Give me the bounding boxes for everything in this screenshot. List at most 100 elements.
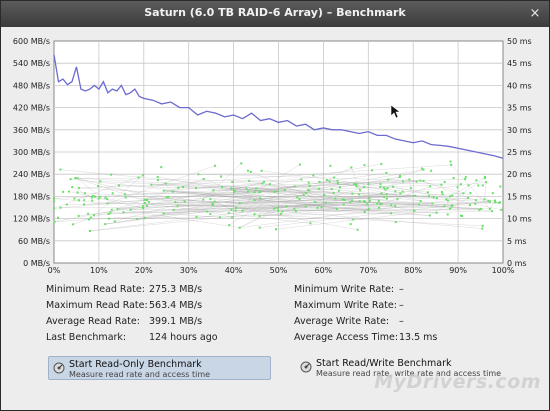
access-time-point <box>83 203 86 206</box>
access-time-point <box>150 183 153 186</box>
access-time-point <box>253 191 256 194</box>
access-time-point <box>162 189 165 192</box>
x-tick-label: 20% <box>135 266 153 274</box>
read-write-button-title: Start Read/Write Benchmark <box>316 358 452 369</box>
y-right-tick-label: 35 ms <box>507 104 532 113</box>
access-time-point <box>353 183 356 186</box>
access-time-point <box>329 164 332 167</box>
x-tick-label: 80% <box>404 266 422 274</box>
access-time-point <box>293 185 296 188</box>
access-time-point <box>401 190 404 193</box>
access-time-point <box>94 195 97 198</box>
access-time-point <box>317 187 320 190</box>
access-time-point <box>164 182 167 185</box>
access-time-point <box>107 212 110 215</box>
access-time-point <box>142 174 145 177</box>
access-time-point <box>83 192 86 195</box>
access-time-point <box>122 211 125 214</box>
access-time-point <box>478 208 481 211</box>
access-time-point <box>483 177 486 180</box>
access-time-point <box>387 178 390 181</box>
access-time-point <box>106 197 109 200</box>
access-time-point <box>260 169 263 172</box>
access-time-point <box>312 174 315 177</box>
access-time-point <box>449 160 452 163</box>
access-time-point <box>183 200 186 203</box>
access-time-point <box>355 185 358 188</box>
access-time-point <box>440 190 443 193</box>
access-time-point <box>113 220 116 223</box>
access-time-point <box>435 197 438 200</box>
access-time-point <box>213 200 216 203</box>
access-time-point <box>413 209 416 212</box>
access-time-point <box>274 190 277 193</box>
access-time-point <box>460 183 463 186</box>
access-time-point <box>396 198 399 201</box>
start-read-only-benchmark-button[interactable]: Start Read-Only Benchmark Measure read r… <box>48 356 271 380</box>
access-time-point <box>261 182 264 185</box>
access-time-point <box>462 192 465 195</box>
access-time-point <box>359 189 362 192</box>
access-time-point <box>72 223 75 226</box>
read-only-button-desc: Measure read rate and access time <box>69 370 211 379</box>
access-time-point <box>446 199 449 202</box>
access-time-point <box>171 190 174 193</box>
access-time-point <box>392 185 395 188</box>
access-time-point <box>356 228 359 231</box>
access-time-point <box>129 208 132 211</box>
access-time-point <box>430 169 433 172</box>
access-time-point <box>474 199 477 202</box>
title-bar[interactable]: Saturn (6.0 TB RAID-6 Array) – Benchmark… <box>1 1 549 27</box>
x-tick-label: 40% <box>225 266 243 274</box>
y-left-tick-label: 180 MB/s <box>13 192 50 201</box>
access-time-point <box>481 224 484 227</box>
access-time-point <box>309 222 312 225</box>
access-time-point <box>349 223 352 226</box>
access-time-point <box>390 212 393 215</box>
access-time-point <box>300 178 303 181</box>
close-icon[interactable]: × <box>527 6 543 22</box>
access-time-point <box>241 209 244 212</box>
x-tick-label: 70% <box>359 266 377 274</box>
access-time-point <box>334 197 337 200</box>
access-time-point <box>167 195 170 198</box>
access-time-point <box>143 198 146 201</box>
access-time-point <box>363 185 366 188</box>
access-time-point <box>394 204 397 207</box>
access-time-point <box>238 202 241 205</box>
access-time-point <box>294 210 297 213</box>
access-time-point <box>247 190 250 193</box>
access-time-point <box>206 210 209 213</box>
access-time-point <box>307 189 310 192</box>
access-time-point <box>77 214 80 217</box>
access-time-point <box>314 201 317 204</box>
access-time-point <box>350 166 353 169</box>
access-time-point <box>349 201 352 204</box>
access-time-point <box>414 194 417 197</box>
y-left-tick-label: 60 MB/s <box>18 237 50 246</box>
access-time-point <box>124 196 127 199</box>
access-time-point <box>368 200 371 203</box>
access-time-point <box>76 177 79 180</box>
access-time-point <box>174 201 177 204</box>
access-time-point <box>316 206 319 209</box>
access-time-point <box>106 202 109 205</box>
access-time-point <box>451 204 454 207</box>
access-time-point <box>59 206 62 209</box>
access-time-point <box>367 207 370 210</box>
access-time-point <box>335 207 338 210</box>
access-time-point <box>136 217 139 220</box>
access-time-point <box>380 162 383 165</box>
access-time-point <box>110 173 113 176</box>
y-right-tick-label: 40 ms <box>507 81 532 90</box>
access-time-point <box>429 185 432 188</box>
access-time-point <box>59 168 62 171</box>
access-time-point <box>336 179 339 182</box>
access-time-point <box>259 190 262 193</box>
access-time-point <box>281 210 284 213</box>
min-write-label: Minimum Write Rate: <box>294 284 395 295</box>
access-time-point <box>73 197 76 200</box>
access-time-point <box>428 195 431 198</box>
y-right-tick-label: 50 ms <box>507 37 532 46</box>
access-time-point <box>233 190 236 193</box>
